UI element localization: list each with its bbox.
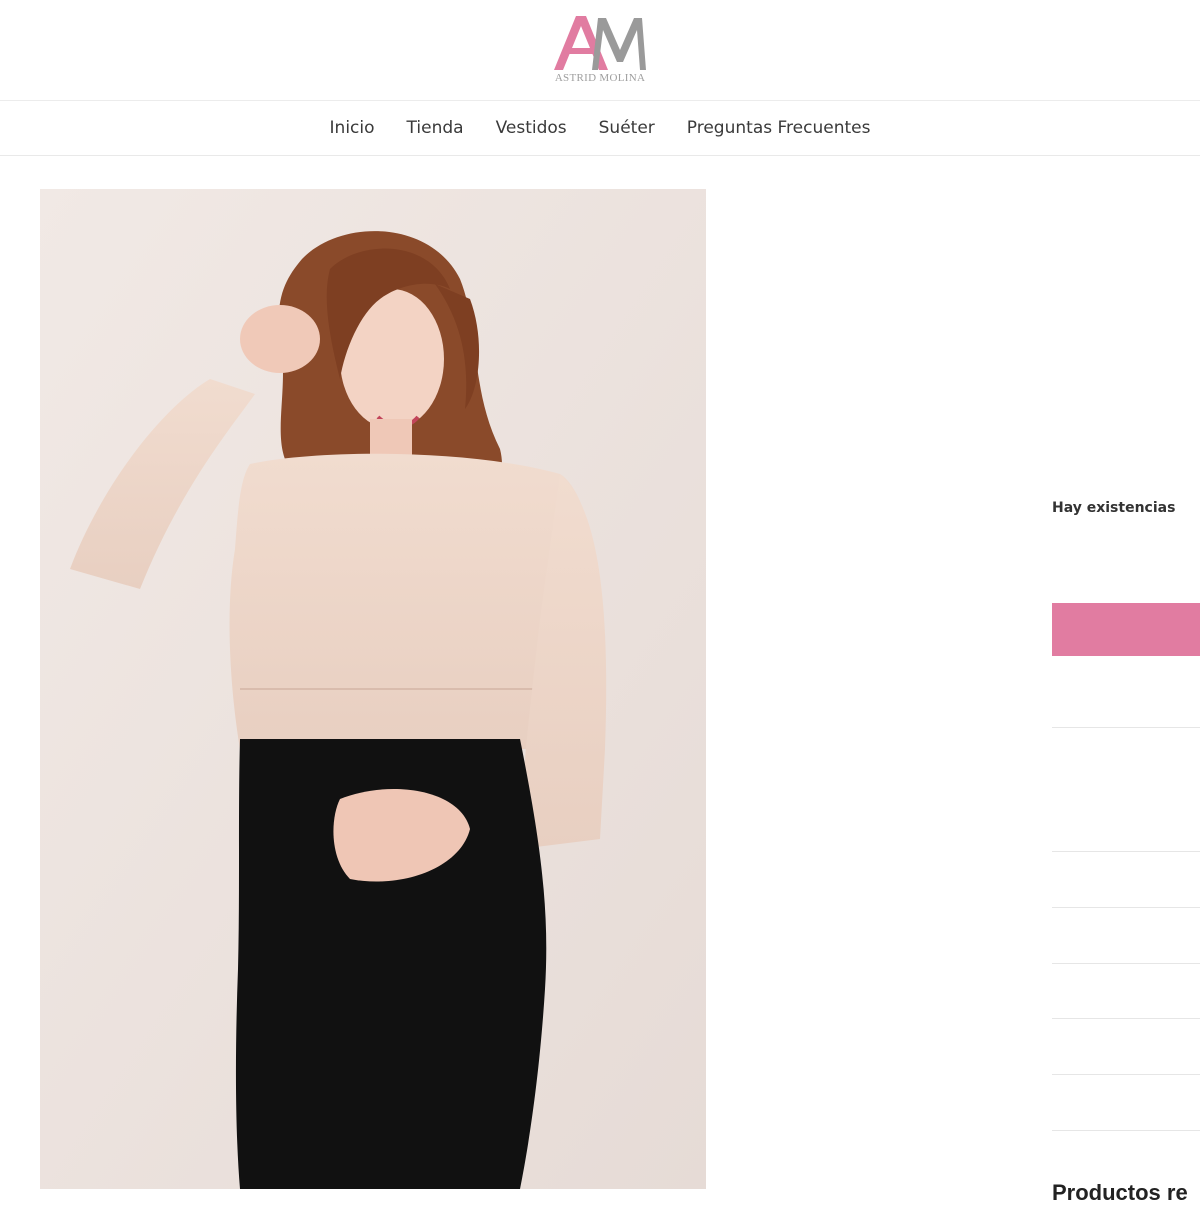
divider	[1052, 1074, 1200, 1075]
divider	[1052, 963, 1200, 964]
product-image[interactable]	[40, 189, 706, 1189]
logo-monogram-icon	[554, 16, 646, 70]
divider	[1052, 1018, 1200, 1019]
nav-item-preguntas-frecuentes[interactable]: Preguntas Frecuentes	[671, 118, 887, 138]
stock-status: Hay existencias	[1052, 500, 1176, 516]
nav-item-vestidos[interactable]: Vestidos	[480, 118, 583, 138]
product-photo-icon	[40, 189, 706, 1189]
nav-item-tienda[interactable]: Tienda	[391, 118, 480, 138]
main-navigation: Inicio Tienda Vestidos Suéter Preguntas …	[0, 101, 1200, 156]
nav-item-inicio[interactable]: Inicio	[314, 118, 391, 138]
divider	[1052, 851, 1200, 852]
related-products-title: Productos re	[1052, 1180, 1188, 1205]
nav-item-sueter[interactable]: Suéter	[583, 118, 671, 138]
site-header: ASTRID MOLINA	[0, 0, 1200, 101]
divider	[1052, 727, 1200, 728]
add-to-cart-button[interactable]	[1052, 603, 1200, 656]
logo-text: ASTRID MOLINA	[554, 72, 646, 84]
site-logo[interactable]: ASTRID MOLINA	[548, 12, 652, 88]
divider	[1052, 907, 1200, 908]
divider	[1052, 1130, 1200, 1131]
